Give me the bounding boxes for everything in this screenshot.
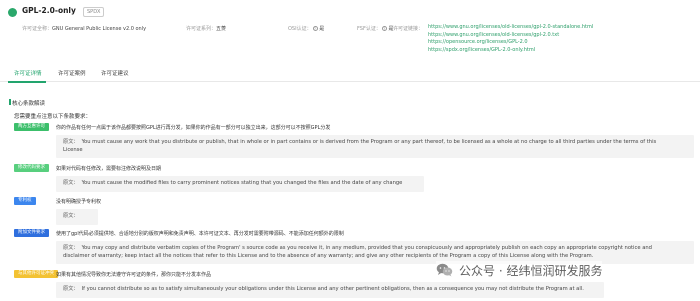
meta-links-label: 许可证链接： <box>393 26 424 32</box>
quote-label: 原文： <box>63 139 79 145</box>
section-title: 核心条款解读 <box>12 101 46 107</box>
watermark-text: 公众号 · 经纬恒润研发服务 <box>459 263 603 278</box>
quote-text: You must cause any work that you distrib… <box>81 139 657 145</box>
quote-label: 原文： <box>63 286 79 292</box>
meta-series-label: 许可证系列： <box>186 26 217 32</box>
license-link-gnu-standalone[interactable]: https://www.gnu.org/licenses/old-license… <box>428 24 593 32</box>
clause-description: 你的作品有任何一点属于该作品都要按照GPL进行再分发，如果你的作品有一部分可以独… <box>56 125 331 131</box>
quote-text: License <box>63 146 83 153</box>
quote-label: 原文： <box>63 180 79 186</box>
info-icon[interactable]: ? <box>381 26 387 31</box>
section-subhead: 您需要重点注意以下条款要求： <box>14 114 92 120</box>
tab-license-cases[interactable]: 许可证案例 <box>58 69 86 77</box>
quote-text: You may copy and distribute verbatim cop… <box>81 245 652 251</box>
meta-fsf-label: FSF认证： <box>357 26 381 32</box>
quote-text: disclaimer of warranty; keep intact all … <box>63 252 594 259</box>
clause-quote: 原文： If you cannot distribute so as to sat… <box>56 282 604 298</box>
clause-tag: 修改代码要求 <box>14 164 49 172</box>
clause-tag: 两方互惠许可 <box>14 123 49 131</box>
license-title: GPL-2.0-only <box>22 6 76 15</box>
meta-full-name-label: 许可证全称： <box>22 26 53 32</box>
tab-license-advice[interactable]: 许可证建议 <box>101 69 129 77</box>
info-icon[interactable]: ? <box>312 26 318 31</box>
license-header: GPL-2.0-only SPDX 许可证全称：GNU General Publ… <box>0 0 700 64</box>
wechat-watermark: 公众号 · 经纬恒润研发服务 <box>436 261 603 279</box>
license-link-spdx[interactable]: https://spdx.org/licenses/GPL-2.0-only.h… <box>428 47 593 55</box>
meta-osi-value: 是 <box>319 26 325 32</box>
clause-quote: 原文： You must cause any work that you dist… <box>56 135 694 159</box>
clause-tag: 专利权 <box>14 197 36 205</box>
clause-quote: 原文： <box>56 209 98 225</box>
meta-series: 许可证系列：五菱 <box>186 25 226 32</box>
meta-osi-label: OSI认证： <box>288 26 312 32</box>
license-link-gnu-txt[interactable]: https://www.gnu.org/licenses/old-license… <box>428 32 593 40</box>
meta-full-name: 许可证全称：GNU General Public License v2.0 on… <box>22 25 146 32</box>
clause-tag: 附加文件要求 <box>14 229 49 237</box>
license-links: https://www.gnu.org/licenses/old-license… <box>428 24 593 54</box>
quote-text: You must cause the modified files to car… <box>81 180 403 186</box>
quote-label: 原文： <box>63 245 79 251</box>
meta-fsf: FSF认证：? 是 <box>357 25 393 32</box>
clause-description: 使用了gpl代码必须提供地、合适地分别的版权声明和免责声明、本许可证文本、再分发… <box>56 231 344 237</box>
clause-tag: 与其他许可证冲突 <box>14 270 58 278</box>
license-link-opensource[interactable]: https://opensource.org/licenses/GPL-2.0 <box>428 39 593 47</box>
wechat-icon <box>436 263 453 277</box>
spdx-badge: SPDX <box>83 7 105 17</box>
tab-license-details[interactable]: 许可证详情 <box>14 69 42 77</box>
meta-series-value: 五菱 <box>216 26 227 32</box>
meta-osi: OSI认证：? 是 <box>288 25 324 32</box>
license-logo-icon <box>8 8 17 17</box>
meta-full-name-value: GNU General Public License v2.0 only <box>52 26 147 32</box>
clause-description: 如果有其他情况导致你无法遵守许可证的条件，那你只能不分发本作品 <box>56 272 212 278</box>
clause-description: 如果对代码有任修改，需要标注修改说明及日期 <box>56 166 162 172</box>
clause-description: 没有明确授予专利权 <box>56 199 102 205</box>
tab-bar: 许可证详情 许可证案例 许可证建议 <box>0 66 700 82</box>
quote-text: If you cannot distribute so as to satisf… <box>81 286 584 292</box>
quote-label: 原文： <box>63 213 79 219</box>
active-tab-indicator <box>8 81 46 83</box>
clause-quote: 原文： You must cause the modified files to … <box>56 176 424 192</box>
section-marker <box>9 99 11 105</box>
